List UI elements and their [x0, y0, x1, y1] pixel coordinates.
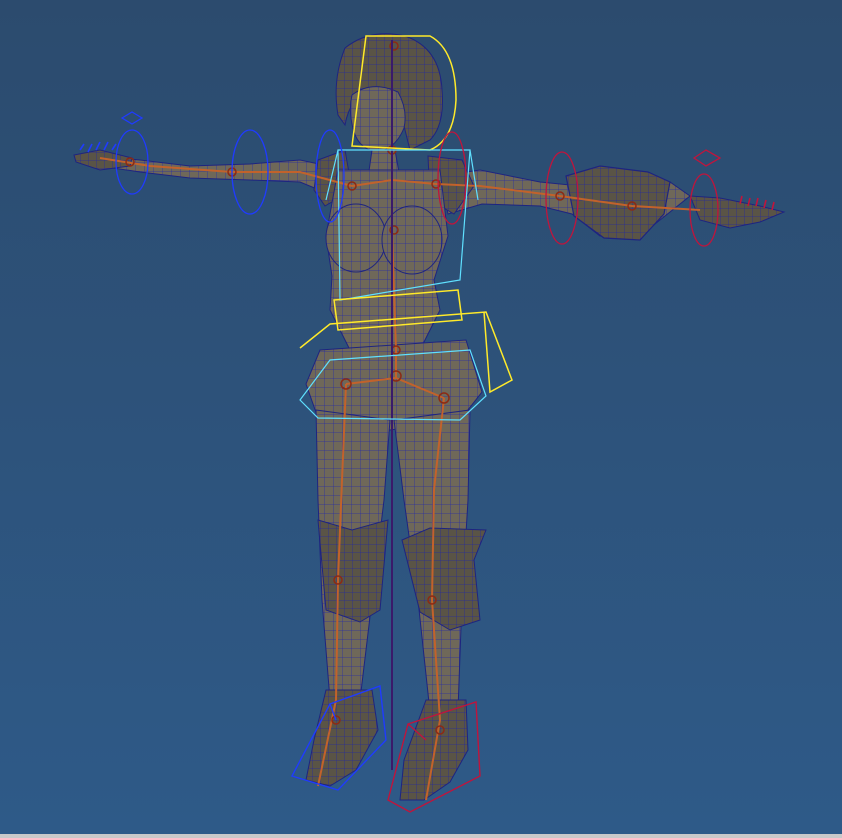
viewport-3d[interactable] — [0, 0, 842, 838]
viewport-bottom-border — [0, 834, 842, 838]
knee-guard-left[interactable] — [317, 519, 389, 623]
chest-left-mesh — [325, 203, 387, 273]
viewport-canvas[interactable] — [0, 0, 842, 834]
